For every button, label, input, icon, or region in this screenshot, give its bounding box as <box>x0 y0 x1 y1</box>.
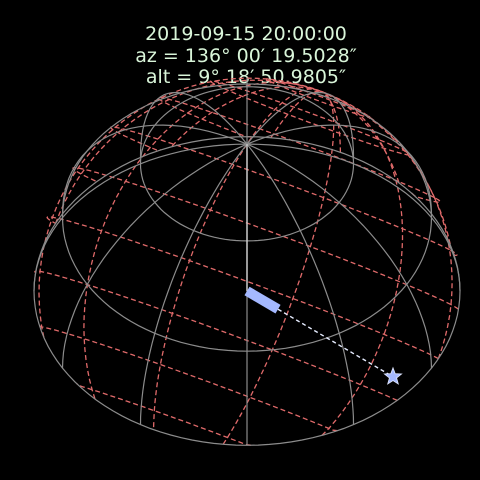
azimuth-label: az = 136° 00′ 19.5028″ <box>135 45 357 67</box>
celestial-dome-diagram: 2019-09-15 20:00:00 az = 136° 00′ 19.502… <box>0 0 480 480</box>
altitude-label: alt = 9° 18′ 50.9805″ <box>146 66 346 88</box>
datetime-label: 2019-09-15 20:00:00 <box>145 23 347 45</box>
